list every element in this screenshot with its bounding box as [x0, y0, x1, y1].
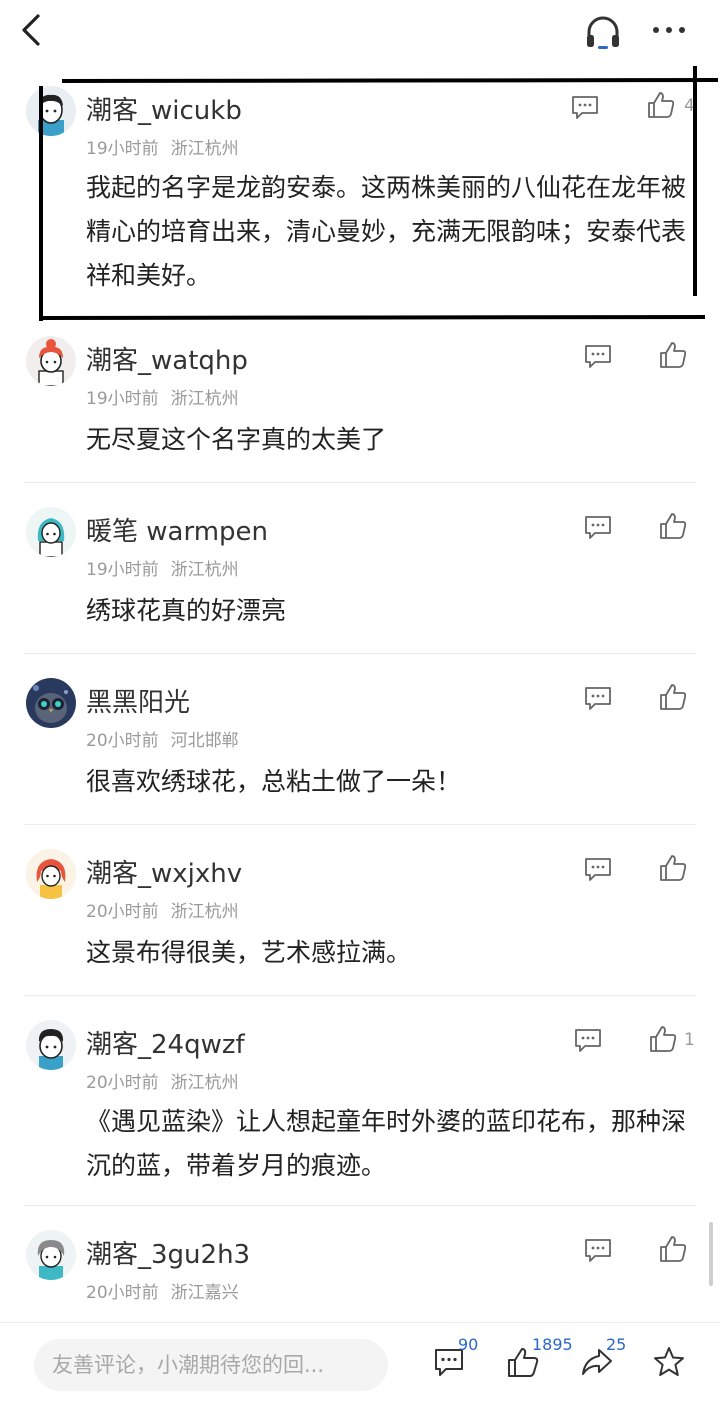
comment-location: 浙江杭州 — [170, 1073, 239, 1093]
comment-location: 浙江嘉兴 — [170, 1283, 239, 1303]
avatar[interactable] — [26, 507, 76, 557]
comment-item: 潮客_wxjxhv 20小时前 浙江杭州 这景布得很美，艺术感拉满。 — [0, 825, 720, 996]
chevron-left-icon — [22, 14, 40, 46]
comment-time: 19小时前 — [86, 560, 159, 580]
thumbs-up-icon[interactable] — [658, 682, 688, 712]
comment-location: 浙江杭州 — [170, 389, 239, 409]
thumbs-up-icon[interactable] — [658, 1234, 688, 1264]
reply-icon[interactable] — [583, 343, 613, 369]
comment-input[interactable]: 友善评论，小潮期待您的回... — [34, 1339, 388, 1391]
share-count: 25 — [606, 1335, 627, 1354]
like-count: 1 — [684, 1030, 695, 1050]
comment-location: 河北邯郸 — [170, 731, 239, 751]
comment-username[interactable]: 暖笔 warmpen — [86, 511, 268, 548]
avatar[interactable] — [26, 1230, 76, 1280]
star-icon — [654, 1347, 684, 1376]
comment-item: 暖笔 warmpen 19小时前 浙江杭州 绣球花真的好漂亮 — [0, 483, 720, 654]
comment-content: 我起的名字是龙韵安泰。这两株美丽的八仙花在龙年被精心的培育出来，清心曼妙，充满无… — [86, 173, 687, 290]
avatar[interactable] — [26, 678, 76, 728]
reply-icon[interactable] — [583, 856, 613, 882]
comment-item: 潮客_watqhp 19小时前 浙江杭州 无尽夏这个名字真的太美了 — [0, 312, 720, 483]
reply-icon[interactable] — [583, 1237, 613, 1263]
back-button[interactable] — [14, 10, 54, 50]
thumbs-up-icon[interactable] — [646, 90, 676, 120]
thumbs-up-icon[interactable] — [658, 340, 688, 370]
comment-location: 浙江杭州 — [170, 139, 239, 159]
avatar[interactable] — [26, 336, 76, 386]
comment-meta: 20小时前 浙江杭州 — [86, 1068, 239, 1093]
comment-time: 20小时前 — [86, 1283, 159, 1303]
comment-username[interactable]: 潮客_watqhp — [86, 340, 248, 377]
reply-icon[interactable] — [583, 514, 613, 540]
reply-icon[interactable] — [570, 94, 600, 120]
favorite-button[interactable] — [652, 1345, 686, 1379]
comment-meta: 20小时前 浙江嘉兴 — [86, 1278, 239, 1303]
more-button[interactable] — [646, 12, 692, 52]
avatar[interactable] — [26, 849, 76, 899]
top-bar — [0, 0, 720, 64]
like-count: 4 — [684, 96, 695, 116]
comment-content: 这景布得很美，艺术感拉满。 — [86, 938, 412, 967]
comment-meta: 20小时前 浙江杭州 — [86, 897, 239, 922]
comment-item: 黑黑阳光 20小时前 河北邯郸 很喜欢绣球花，总粘土做了一朵！ — [0, 654, 720, 825]
comment-time: 20小时前 — [86, 731, 159, 751]
comment-count: 90 — [458, 1335, 479, 1354]
bottom-bar: 友善评论，小潮期待您的回... 90 1895 25 — [0, 1322, 720, 1419]
comment-content: 很喜欢绣球花，总粘土做了一朵！ — [86, 767, 462, 796]
scrollbar[interactable] — [709, 1222, 713, 1286]
comment-content: 《遇见蓝染》让人想起童年时外婆的蓝印花布，那种深沉的蓝，带着岁月的痕迹。 — [86, 1107, 687, 1180]
comment-content: 无尽夏这个名字真的太美了 — [86, 425, 387, 454]
reply-icon[interactable] — [573, 1027, 603, 1053]
comment-location: 浙江杭州 — [170, 902, 239, 922]
comment-username[interactable]: 潮客_wxjxhv — [86, 853, 242, 890]
like-count: 1895 — [532, 1335, 573, 1354]
thumbs-up-icon[interactable] — [658, 511, 688, 541]
avatar[interactable] — [26, 1020, 76, 1070]
comment-time: 19小时前 — [86, 139, 159, 159]
comment-username[interactable]: 潮客_24qwzf — [86, 1024, 245, 1061]
comment-time: 20小时前 — [86, 902, 159, 922]
comment-meta: 19小时前 浙江杭州 — [86, 384, 239, 409]
thumbs-up-icon[interactable] — [648, 1024, 678, 1054]
listen-button[interactable] — [582, 12, 624, 52]
reply-icon[interactable] — [583, 685, 613, 711]
comment-content: 绣球花真的好漂亮 — [86, 596, 287, 625]
comment-time: 19小时前 — [86, 389, 159, 409]
comment-item: 潮客_24qwzf 20小时前 浙江杭州 《遇见蓝染》让人想起童年时外婆的蓝印花布… — [0, 996, 720, 1206]
headphones-icon — [587, 16, 619, 49]
comment-time: 20小时前 — [86, 1073, 159, 1093]
comment-meta: 19小时前 浙江杭州 — [86, 555, 239, 580]
more-dots-icon — [653, 27, 685, 33]
comment-location: 浙江杭州 — [170, 560, 239, 580]
comment-meta: 20小时前 河北邯郸 — [86, 726, 239, 751]
thumbs-up-icon[interactable] — [658, 853, 688, 883]
comment-username[interactable]: 潮客_wicukb — [86, 90, 242, 127]
comment-meta: 19小时前 浙江杭州 — [86, 134, 239, 159]
comment-username[interactable]: 潮客_3gu2h3 — [86, 1234, 250, 1271]
comment-item: 潮客_wicukb 19小时前 浙江杭州 我起的名字是龙韵安泰。这两株美丽的八仙花… — [0, 72, 720, 312]
comment-username[interactable]: 黑黑阳光 — [86, 682, 190, 719]
avatar[interactable] — [26, 86, 76, 136]
comment-item: 潮客_3gu2h3 20小时前 浙江嘉兴 — [0, 1206, 720, 1322]
